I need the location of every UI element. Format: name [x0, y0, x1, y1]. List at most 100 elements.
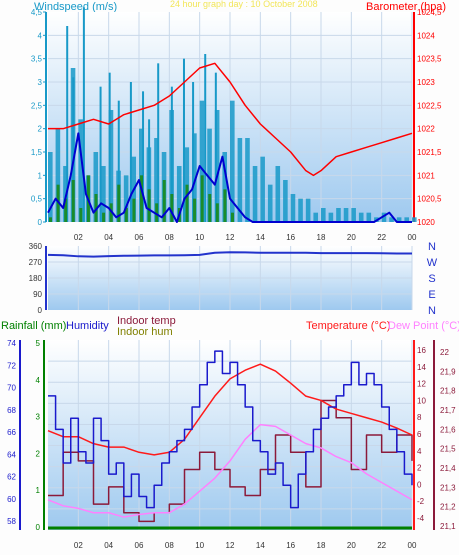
humidity-tick-label: 60: [7, 495, 16, 504]
green-gust-bar: [223, 189, 227, 222]
windspeed-axis-label: Windspeed (m/s): [34, 1, 117, 13]
green-gust-bar: [102, 212, 106, 222]
wind-tick-label: 4,5: [31, 8, 43, 17]
rain-tick-label: 5: [36, 339, 41, 348]
gust-spike: [204, 54, 207, 222]
wind-bar: [351, 208, 356, 222]
indoor-tick-label: 22: [440, 348, 449, 357]
temp-tick-label: 16: [417, 346, 426, 355]
time-tick-label: 10: [195, 233, 204, 242]
wind-bar: [328, 212, 334, 222]
wind-bar: [267, 184, 273, 222]
humidity-tick-label: 74: [7, 339, 16, 348]
compass-label: W: [427, 257, 438, 269]
time-tick-label: 04: [104, 541, 113, 550]
wind-bar: [336, 208, 341, 222]
wind-bar: [283, 180, 288, 222]
gust-spike: [129, 82, 132, 222]
wind-tick-label: 2: [38, 125, 43, 134]
wind-tick-label: 0,5: [31, 195, 43, 204]
gust-spike: [157, 63, 160, 223]
compass-label: N: [428, 305, 436, 317]
indoor-tick-label: 21,5: [440, 445, 456, 454]
green-gust-bar: [170, 194, 174, 222]
time-tick-label: 12: [226, 233, 235, 242]
baro-tick-label: 1021,5: [417, 148, 442, 157]
rain-tick-label: 1: [36, 486, 41, 495]
indoor-tick-label: 21,6: [440, 425, 456, 434]
baro-tick-label: 1024: [417, 31, 435, 40]
time-tick-label: 06: [135, 541, 144, 550]
baro-tick-label: 1022,5: [417, 101, 442, 110]
indoor-tick-label: 21,2: [440, 503, 456, 512]
baro-tick-label: 1021: [417, 171, 435, 180]
humidity-tick-label: 68: [7, 406, 16, 415]
temp-tick-label: 12: [417, 380, 426, 389]
indoor-tick-label: 21,7: [440, 406, 456, 415]
wind-tick-label: 1,5: [31, 148, 43, 157]
green-gust-bar: [79, 208, 83, 222]
green-gust-bar: [193, 198, 197, 222]
humidity-tick-label: 62: [7, 473, 16, 482]
time-tick-label: 04: [104, 233, 113, 242]
wind-bar: [313, 212, 319, 222]
wind-tick-label: 0: [38, 218, 43, 227]
time-tick-label: 02: [74, 541, 83, 550]
direction-tick-label: 360: [29, 242, 43, 251]
wind-bar: [366, 212, 372, 222]
time-tick-label: 12: [226, 541, 235, 550]
wind-bar: [252, 166, 258, 222]
temp-tick-label: 4: [417, 447, 422, 456]
rain-tick-label: 3: [36, 413, 41, 422]
time-tick-label: 18: [317, 233, 326, 242]
time-tick-label: 02: [74, 233, 83, 242]
indoor-hum-legend: Indoor hum: [117, 326, 173, 338]
weather-graph: Windspeed (m/s) 24 hour graph day : 10 O…: [0, 0, 459, 555]
green-gust-bar: [231, 212, 234, 222]
humidity-legend: Humidity: [66, 320, 109, 332]
gust-spike: [108, 72, 111, 223]
wind-bar: [245, 138, 250, 222]
compass-label: E: [428, 289, 435, 301]
temp-tick-label: 8: [417, 413, 422, 422]
rainfall-legend: Rainfall (mm): [1, 320, 66, 332]
wind-bar: [260, 156, 265, 222]
green-gust-bar: [215, 203, 219, 222]
rain-tick-label: 2: [36, 449, 41, 458]
indoor-tick-label: 21,4: [440, 464, 456, 473]
baro-tick-label: 1020: [417, 218, 435, 227]
time-tick-label: 14: [256, 233, 265, 242]
time-tick-label: 16: [286, 541, 295, 550]
wind-bar: [412, 217, 417, 222]
time-tick-label: 20: [347, 541, 356, 550]
time-tick-label: 06: [135, 233, 144, 242]
humidity-tick-label: 72: [7, 361, 16, 370]
green-gust-bar: [147, 189, 151, 222]
rain-tick-label: 4: [36, 376, 41, 385]
time-tick-label: 22: [377, 233, 386, 242]
baro-tick-label: 1024,5: [417, 8, 442, 17]
humidity-tick-label: 66: [7, 428, 16, 437]
time-tick-label: 00: [408, 233, 417, 242]
green-gust-bar: [185, 184, 189, 222]
green-gust-bar: [49, 217, 52, 222]
direction-tick-label: 270: [29, 258, 43, 267]
time-tick-label: 14: [256, 541, 265, 550]
green-gust-bar: [71, 180, 75, 222]
temp-tick-label: 6: [417, 430, 422, 439]
humidity-tick-label: 58: [7, 517, 16, 526]
time-tick-label: 08: [165, 541, 174, 550]
temperature-legend: Temperature (°C): [306, 320, 390, 332]
indoor-tick-label: 21,9: [440, 367, 456, 376]
time-tick-label: 18: [317, 541, 326, 550]
time-tick-label: 20: [347, 233, 356, 242]
time-tick-label: 00: [408, 541, 417, 550]
wind-bar: [298, 198, 303, 222]
time-tick-label: 22: [377, 541, 386, 550]
humidity-tick-label: 70: [7, 384, 16, 393]
temp-tick-label: -2: [417, 497, 425, 506]
green-gust-bar: [200, 175, 204, 222]
direction-tick-label: 90: [33, 290, 42, 299]
temp-tick-label: 2: [417, 464, 422, 473]
indoor-tick-label: 21,8: [440, 387, 456, 396]
